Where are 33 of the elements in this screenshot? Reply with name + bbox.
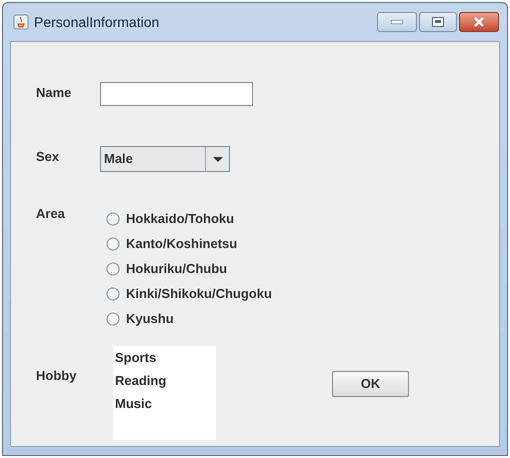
radio-option[interactable]: Kyushu [106, 306, 272, 331]
ok-button[interactable]: OK [332, 371, 409, 397]
radio-label: Kinki/Shikoku/Chugoku [126, 284, 272, 303]
maximize-icon [432, 17, 444, 27]
radio-option[interactable]: Kanto/Koshinetsu [106, 231, 272, 256]
sex-label: Sex [36, 148, 60, 166]
radio-label: Hokkaido/Tohoku [126, 210, 234, 228]
minimize-icon [391, 20, 403, 24]
radio-label: Kyushu [126, 310, 174, 328]
radio-icon [106, 212, 120, 226]
list-item[interactable]: Music [113, 394, 216, 417]
close-icon [473, 17, 485, 27]
close-button[interactable] [459, 12, 499, 32]
hobby-label: Hobby [36, 367, 78, 385]
name-label: Name [36, 84, 72, 102]
radio-icon [106, 286, 120, 300]
window-title: PersonalInformation [34, 12, 160, 32]
radio-icon [106, 262, 120, 276]
area-label: Area [36, 205, 66, 223]
name-field[interactable] [100, 82, 253, 106]
radio-label: Kanto/Koshinetsu [126, 234, 238, 253]
radio-option[interactable]: Hokuriku/Chubu [106, 256, 272, 281]
sex-dropdown[interactable]: Male [100, 146, 230, 172]
radio-label: Hokuriku/Chubu [126, 260, 228, 278]
radio-icon [106, 236, 120, 250]
radio-option[interactable]: Kinki/Shikoku/Chugoku [106, 281, 272, 306]
list-item[interactable]: Sports [113, 348, 216, 371]
radio-icon [106, 312, 120, 326]
minimize-button[interactable] [377, 12, 417, 32]
radio-option[interactable]: Hokkaido/Tohoku [106, 206, 272, 231]
app-icon [13, 14, 29, 30]
list-item[interactable]: Reading [113, 371, 216, 394]
maximize-button[interactable] [419, 12, 457, 32]
